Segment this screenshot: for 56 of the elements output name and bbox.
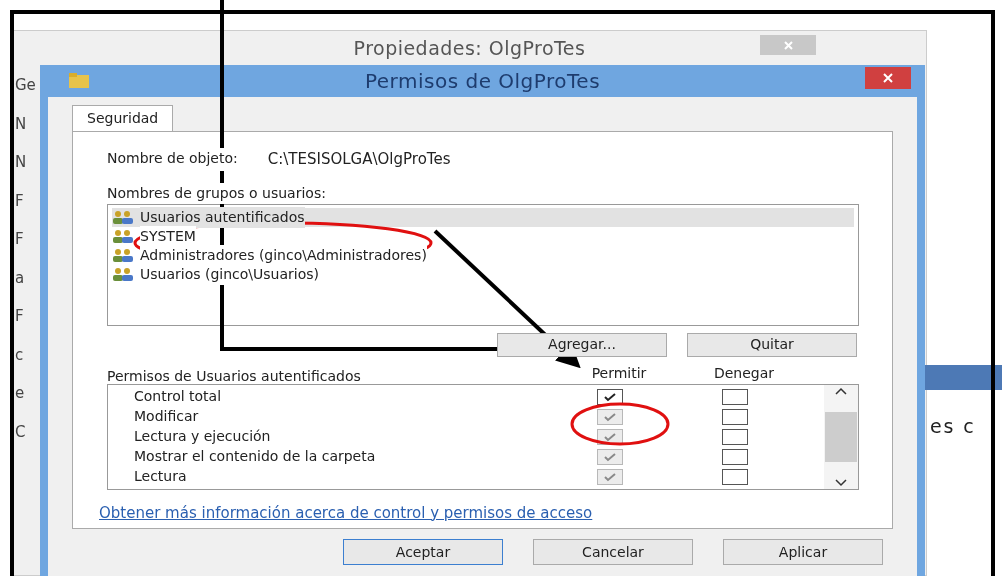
check-icon [603, 431, 617, 442]
group-item[interactable]: Usuarios (ginco\Usuarios) [112, 264, 854, 284]
check-icon [603, 451, 617, 462]
object-label: Nombre de objeto: [107, 148, 238, 171]
group-button[interactable]: Agregar... [497, 332, 667, 357]
cut-text: N [15, 113, 27, 135]
checkbox[interactable] [722, 468, 748, 485]
close-icon [883, 73, 893, 83]
scroll-thumb[interactable] [825, 411, 857, 462]
permission-name: Control total [133, 387, 223, 406]
checkbox[interactable] [597, 388, 623, 405]
column-header: Denegar [712, 363, 776, 383]
permission-name: Lectura [133, 467, 188, 486]
close-icon [783, 40, 793, 50]
help-link[interactable]: Obtener más información acerca de control y permisos de acceso [99, 501, 858, 524]
check-icon [603, 411, 617, 422]
object-path: C:\TESISOLGA\OlgProTes [267, 149, 451, 170]
dialog-button[interactable]: Cancelar [533, 539, 693, 565]
scroll-up-icon[interactable] [835, 386, 847, 395]
checkbox[interactable] [722, 408, 748, 425]
users-icon [112, 229, 134, 243]
dialog-title: Permisos de OlgProTes [364, 68, 601, 95]
cut-text: es c [930, 414, 976, 439]
checkbox[interactable] [722, 448, 748, 465]
column-header: Permitir [590, 363, 648, 383]
cut-text: F [15, 190, 24, 212]
cut-text: F [15, 306, 24, 327]
window-title: Propiedades: OlgProTes [353, 36, 586, 62]
permission-name: Mostrar el contenido de la carpeta [133, 447, 377, 466]
folder-icon [68, 73, 90, 89]
cut-text: Ge [15, 75, 36, 96]
cut-text: e [15, 383, 25, 404]
cut-text: N [15, 152, 27, 173]
check-icon [603, 471, 617, 482]
scroll-down-icon[interactable] [835, 478, 847, 487]
cut-text: C [15, 421, 26, 443]
users-icon [112, 248, 134, 262]
checkbox[interactable] [722, 388, 748, 405]
check-icon [603, 391, 617, 402]
checkbox[interactable] [722, 428, 748, 445]
cut-text: a [15, 267, 25, 289]
permissions-label: Permisos de Usuarios autentificados [107, 368, 362, 384]
group-item[interactable]: Usuarios autentificados [112, 207, 854, 227]
permission-name: Lectura y ejecución [133, 427, 272, 446]
scrollbar[interactable] [824, 384, 858, 489]
cut-text: F [15, 229, 24, 250]
cut-text: c [15, 344, 24, 366]
dialog-button[interactable]: Aplicar [723, 539, 883, 565]
permission-name: Modificar [133, 407, 200, 426]
close-button[interactable] [865, 67, 911, 89]
dialog-button[interactable]: Aceptar [343, 539, 503, 565]
group-button[interactable]: Quitar [687, 332, 857, 357]
users-icon [112, 210, 134, 224]
security-tab[interactable]: Seguridad [72, 105, 174, 131]
users-icon [112, 267, 134, 281]
groups-label: Nombres de grupos o usuarios: [107, 182, 326, 204]
